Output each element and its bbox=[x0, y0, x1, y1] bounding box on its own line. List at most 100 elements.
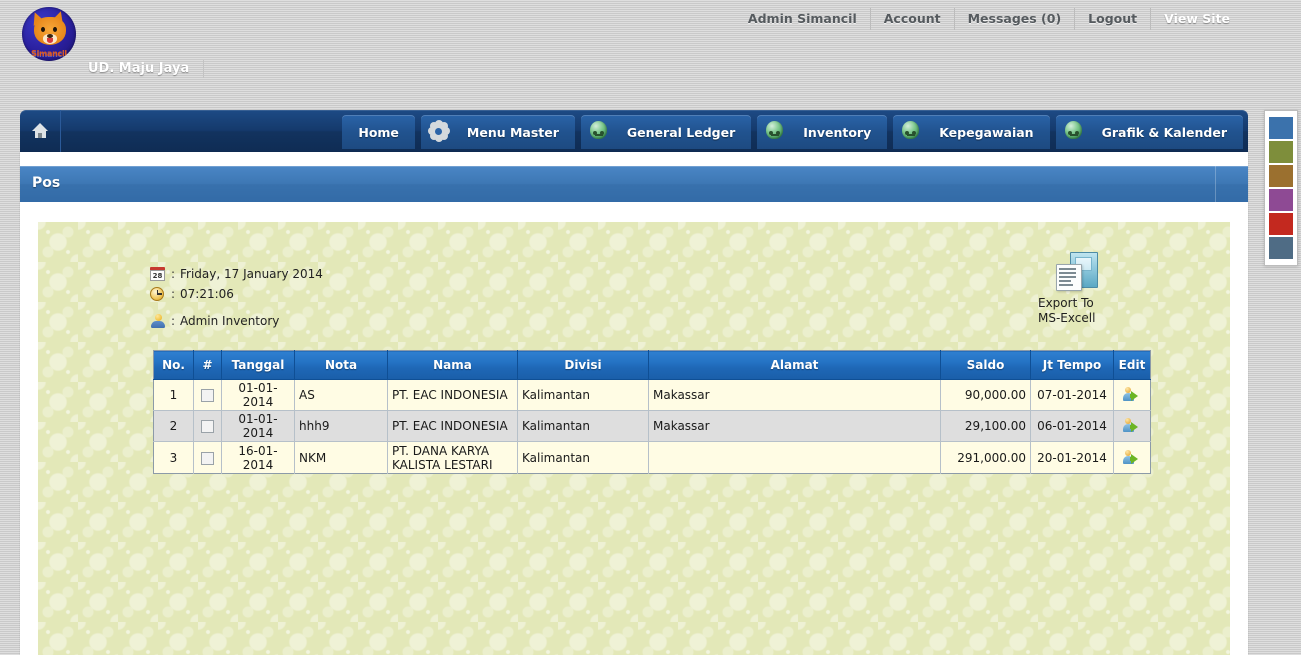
topnav-item-admin-simancil[interactable]: Admin Simancil bbox=[735, 8, 871, 30]
cell-jt-tempo: 07-01-2014 bbox=[1031, 380, 1114, 411]
cell-no: 1 bbox=[154, 380, 194, 411]
row-checkbox[interactable] bbox=[201, 452, 214, 465]
nav-tab-grafik-kalender[interactable]: Grafik & Kalender bbox=[1056, 115, 1243, 149]
theme-swatch-brown[interactable] bbox=[1269, 165, 1293, 187]
topnav-item-logout[interactable]: Logout bbox=[1075, 8, 1151, 30]
topnav-item-view-site[interactable]: View Site bbox=[1151, 8, 1243, 30]
col-header-select[interactable]: # bbox=[194, 351, 222, 380]
cell-saldo: 291,000.00 bbox=[941, 442, 1031, 474]
app-logo: Simancil bbox=[22, 7, 76, 61]
cell-jt-tempo: 20-01-2014 bbox=[1031, 442, 1114, 474]
cell-alamat bbox=[649, 442, 941, 474]
pos-table: No. # Tanggal Nota Nama Divisi Alamat Sa… bbox=[153, 350, 1151, 474]
cell-tanggal: 01-01-2014 bbox=[222, 380, 295, 411]
info-date-separator: : bbox=[166, 267, 180, 281]
nav-tab-general-ledger-label: General Ledger bbox=[613, 125, 749, 140]
edit-user-icon[interactable] bbox=[1123, 418, 1141, 434]
cell-select[interactable] bbox=[194, 442, 222, 474]
col-header-no[interactable]: No. bbox=[154, 351, 194, 380]
nav-tab-menu-master-label: Menu Master bbox=[453, 125, 573, 140]
cell-nota: hhh9 bbox=[295, 411, 388, 442]
export-to-excel-label: Export To MS-Excell bbox=[1038, 296, 1118, 326]
nav-tab-kepegawaian-label: Kepegawaian bbox=[925, 125, 1047, 140]
page-title: Pos bbox=[32, 175, 60, 191]
excel-document-icon bbox=[1056, 252, 1098, 292]
main-navigation-bar: Home Menu Master General Ledger Inventor… bbox=[20, 110, 1248, 152]
house-icon bbox=[32, 123, 49, 139]
clock-icon bbox=[150, 286, 166, 302]
logo-brand-text: Simancil bbox=[22, 49, 76, 58]
logo-eye-left bbox=[41, 27, 45, 32]
nav-tab-menu-master[interactable]: Menu Master bbox=[421, 115, 575, 149]
table-row[interactable]: 2 01-01-2014 hhh9 PT. EAC INDONESIA Kali… bbox=[154, 411, 1151, 442]
nav-tab-general-ledger[interactable]: General Ledger bbox=[581, 115, 751, 149]
theme-swatch-slate[interactable] bbox=[1269, 237, 1293, 259]
logo-tongue bbox=[47, 38, 53, 43]
topnav-item-account[interactable]: Account bbox=[871, 8, 955, 30]
col-header-alamat[interactable]: Alamat bbox=[649, 351, 941, 380]
col-header-nama[interactable]: Nama bbox=[388, 351, 518, 380]
edit-user-icon[interactable] bbox=[1123, 450, 1141, 466]
export-to-excel-button[interactable]: Export To MS-Excell bbox=[1038, 252, 1148, 326]
page-title-bar: Pos bbox=[20, 166, 1248, 202]
content-area: 28 : Friday, 17 January 2014 : 07:21:06 bbox=[38, 222, 1230, 655]
user-icon bbox=[150, 313, 166, 329]
info-user-value: Admin Inventory bbox=[180, 314, 279, 328]
col-header-divisi[interactable]: Divisi bbox=[518, 351, 649, 380]
globe-icon bbox=[589, 121, 613, 143]
topnav-item-messages[interactable]: Messages (0) bbox=[955, 8, 1076, 30]
globe-icon bbox=[765, 121, 789, 143]
cell-edit[interactable] bbox=[1114, 411, 1151, 442]
cell-alamat: Makassar bbox=[649, 380, 941, 411]
cell-edit[interactable] bbox=[1114, 442, 1151, 474]
nav-tab-home-label: Home bbox=[344, 125, 413, 140]
top-utility-nav: Admin Simancil Account Messages (0) Logo… bbox=[735, 8, 1243, 30]
pos-table-wrapper: No. # Tanggal Nota Nama Divisi Alamat Sa… bbox=[153, 350, 1151, 474]
info-time-separator: : bbox=[166, 287, 180, 301]
col-header-saldo[interactable]: Saldo bbox=[941, 351, 1031, 380]
cell-nota: AS bbox=[295, 380, 388, 411]
cell-nama: PT. DANA KARYA KALISTA LESTARI bbox=[388, 442, 518, 474]
col-header-nota[interactable]: Nota bbox=[295, 351, 388, 380]
cell-tanggal: 01-01-2014 bbox=[222, 411, 295, 442]
table-row[interactable]: 3 16-01-2014 NKM PT. DANA KARYA KALISTA … bbox=[154, 442, 1151, 474]
cell-tanggal: 16-01-2014 bbox=[222, 442, 295, 474]
col-header-tanggal[interactable]: Tanggal bbox=[222, 351, 295, 380]
theme-swatch-purple[interactable] bbox=[1269, 189, 1293, 211]
col-header-edit[interactable]: Edit bbox=[1114, 351, 1151, 380]
row-checkbox[interactable] bbox=[201, 389, 214, 402]
cell-nama: PT. EAC INDONESIA bbox=[388, 380, 518, 411]
page-panel: Pos 28 : Friday, 17 January 2014 : bbox=[20, 152, 1248, 655]
cell-select[interactable] bbox=[194, 380, 222, 411]
theme-swatch-olive[interactable] bbox=[1269, 141, 1293, 163]
nav-tab-home[interactable]: Home bbox=[342, 115, 415, 149]
cell-edit[interactable] bbox=[1114, 380, 1151, 411]
edit-user-icon[interactable] bbox=[1123, 387, 1141, 403]
cell-no: 2 bbox=[154, 411, 194, 442]
globe-icon bbox=[901, 121, 925, 143]
cell-jt-tempo: 06-01-2014 bbox=[1031, 411, 1114, 442]
theme-swatch-blue[interactable] bbox=[1269, 117, 1293, 139]
calendar-icon: 28 bbox=[150, 266, 166, 282]
cell-divisi: Kalimantan bbox=[518, 442, 649, 474]
cell-select[interactable] bbox=[194, 411, 222, 442]
theme-swatch-red[interactable] bbox=[1269, 213, 1293, 235]
cell-saldo: 29,100.00 bbox=[941, 411, 1031, 442]
nav-tab-grafik-kalender-label: Grafik & Kalender bbox=[1088, 125, 1241, 140]
nav-tab-inventory[interactable]: Inventory bbox=[757, 115, 887, 149]
nav-tab-kepegawaian[interactable]: Kepegawaian bbox=[893, 115, 1049, 149]
table-header-row: No. # Tanggal Nota Nama Divisi Alamat Sa… bbox=[154, 351, 1151, 380]
info-row-date: 28 : Friday, 17 January 2014 bbox=[150, 264, 323, 283]
session-info-block: 28 : Friday, 17 January 2014 : 07:21:06 bbox=[150, 264, 323, 331]
row-checkbox[interactable] bbox=[201, 420, 214, 433]
table-row[interactable]: 1 01-01-2014 AS PT. EAC INDONESIA Kalima… bbox=[154, 380, 1151, 411]
cell-divisi: Kalimantan bbox=[518, 380, 649, 411]
nav-home-button[interactable] bbox=[20, 110, 61, 152]
col-header-jt-tempo[interactable]: Jt Tempo bbox=[1031, 351, 1114, 380]
info-user-separator: : bbox=[166, 314, 180, 328]
cell-nota: NKM bbox=[295, 442, 388, 474]
theme-color-picker bbox=[1264, 110, 1298, 266]
cell-divisi: Kalimantan bbox=[518, 411, 649, 442]
title-bar-divider bbox=[1215, 166, 1216, 202]
cell-nama: PT. EAC INDONESIA bbox=[388, 411, 518, 442]
